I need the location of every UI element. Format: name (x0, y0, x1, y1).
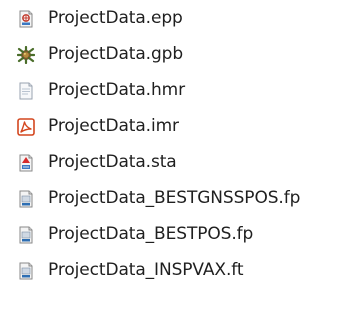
hmr-file-icon (17, 82, 35, 100)
file-item-bestpos[interactable]: ProjectData_BESTPOS.fp (0, 216, 355, 252)
epp-file-icon (17, 10, 35, 28)
file-name: ProjectData_INSPVAX.ft (48, 260, 244, 280)
file-list: ProjectData.epp ProjectData.gpb ProjectD… (0, 0, 355, 326)
sta-file-icon (17, 154, 35, 172)
file-item-gpb[interactable]: ProjectData.gpb (0, 36, 355, 72)
file-item-bestgnsspos[interactable]: ProjectData_BESTGNSSPOS.fp (0, 180, 355, 216)
file-name: ProjectData.epp (48, 8, 183, 28)
file-name: ProjectData_BESTGNSSPOS.fp (48, 188, 301, 208)
file-name: ProjectData.hmr (48, 80, 185, 100)
fp-file-icon (17, 226, 35, 244)
file-item-inspvax[interactable]: ProjectData_INSPVAX.ft (0, 252, 355, 288)
file-item-imr[interactable]: ProjectData.imr (0, 108, 355, 144)
file-name: ProjectData.sta (48, 152, 177, 172)
file-name: ProjectData.gpb (48, 44, 184, 64)
file-item-epp[interactable]: ProjectData.epp (0, 0, 355, 36)
file-name: ProjectData.imr (48, 116, 179, 136)
file-name: ProjectData_BESTPOS.fp (48, 224, 254, 244)
file-item-hmr[interactable]: ProjectData.hmr (0, 72, 355, 108)
file-item-sta[interactable]: ProjectData.sta (0, 144, 355, 180)
imr-file-icon (17, 118, 35, 136)
fp-file-icon (17, 190, 35, 208)
ft-file-icon (17, 262, 35, 280)
gpb-file-icon (17, 46, 35, 64)
